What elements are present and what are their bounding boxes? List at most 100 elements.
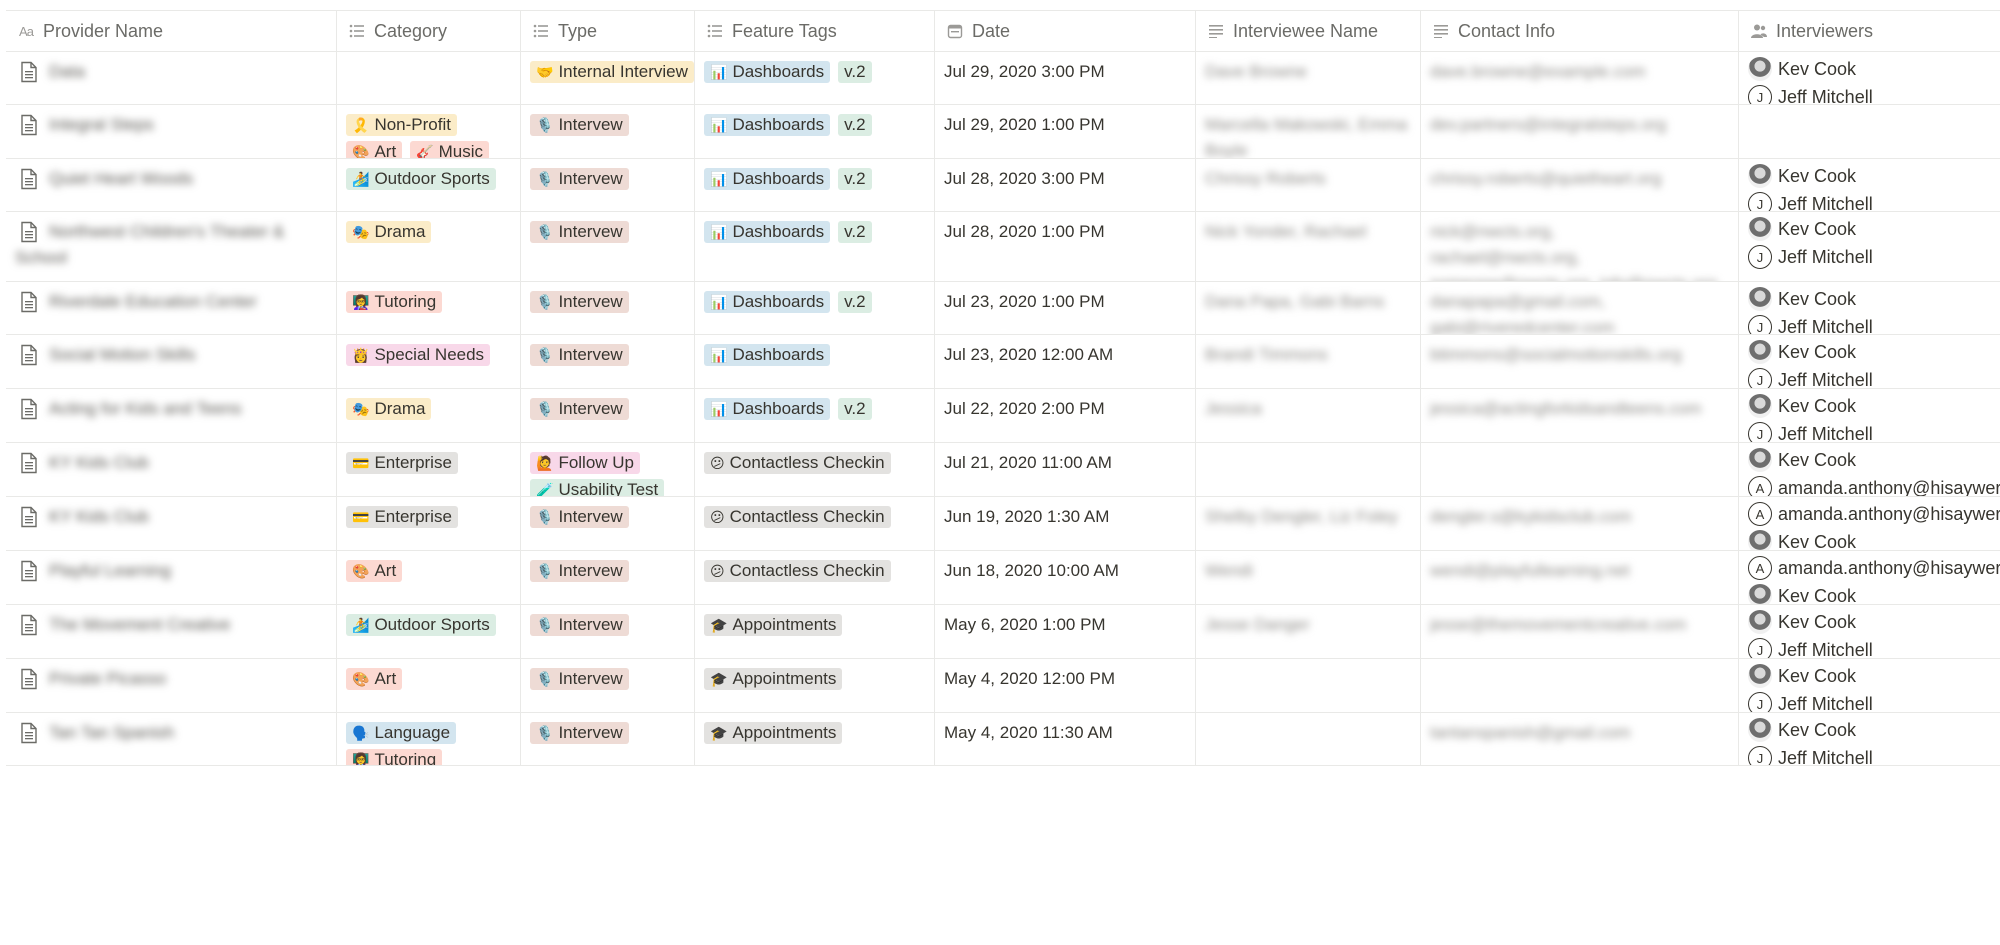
- interviewer[interactable]: J Jeff Mitchell: [1748, 190, 1991, 211]
- provider-name-cell[interactable]: Playful Learning: [6, 551, 337, 604]
- date-cell[interactable]: Jul 28, 2020 1:00 PM: [935, 212, 1196, 281]
- contact-info-cell[interactable]: btimmons@socialmotionskills.org: [1421, 335, 1739, 388]
- feature-tags-cell[interactable]: 🎓 Appointments: [695, 713, 935, 765]
- feature-tag-v-2[interactable]: v.2: [838, 114, 872, 136]
- category-cell[interactable]: 🎗️ Non-Profit 🎨 Art 🎸 Music: [337, 105, 521, 158]
- page-icon[interactable]: [19, 668, 39, 690]
- table-row[interactable]: KY Kids Club 💳 Enterprise 🙋 Follow Up 🧪 Usabil…: [6, 443, 2000, 497]
- provider-name-cell[interactable]: Riverdale Education Center: [6, 282, 337, 334]
- interviewer[interactable]: Kev Cook: [1748, 338, 1991, 366]
- provider-name-cell[interactable]: Acting for Kids and Teens: [6, 389, 337, 442]
- category-cell[interactable]: 🏄 Outdoor Sports: [337, 159, 521, 211]
- category-tag-outdoor-sports[interactable]: 🏄 Outdoor Sports: [346, 614, 496, 636]
- page-icon[interactable]: [19, 221, 39, 243]
- category-tag-drama[interactable]: 🎭 Drama: [346, 221, 432, 243]
- interviewer[interactable]: J Jeff Mitchell: [1748, 420, 1991, 442]
- table-row[interactable]: Acting for Kids and Teens 🎭 Drama 🎙️ Interve…: [6, 389, 2000, 443]
- feature-tags-cell[interactable]: 📊 Dashboards v.2: [695, 159, 935, 211]
- feature-tag-dashboards[interactable]: 📊 Dashboards: [704, 291, 831, 313]
- provider-name-cell[interactable]: Data: [6, 52, 337, 104]
- type-cell[interactable]: 🎙️ Intervew: [521, 551, 695, 604]
- type-tag-intervew[interactable]: 🎙️ Intervew: [530, 291, 629, 313]
- type-tag-usability-test[interactable]: 🧪 Usability Test: [530, 479, 665, 496]
- type-cell[interactable]: 🎙️ Intervew: [521, 389, 695, 442]
- type-cell[interactable]: 🎙️ Intervew: [521, 659, 695, 712]
- contact-info-cell[interactable]: dengler.s@kykidsclub.com: [1421, 497, 1739, 550]
- type-tag-intervew[interactable]: 🎙️ Intervew: [530, 560, 629, 582]
- interviewers-cell[interactable]: Aamanda.anthony@hisaywer.co Kev Cook: [1739, 551, 2000, 604]
- category-cell[interactable]: 🎨 Art: [337, 551, 521, 604]
- contact-info-cell[interactable]: [1421, 443, 1739, 496]
- page-icon[interactable]: [19, 291, 39, 313]
- feature-tag-dashboards[interactable]: 📊 Dashboards: [704, 168, 831, 190]
- interviewers-cell[interactable]: Kev Cook J Jeff Mitchell: [1739, 335, 2000, 388]
- provider-name-cell[interactable]: Northwest Children's Theater & School: [6, 212, 337, 281]
- category-cell[interactable]: 🎨 Art: [337, 659, 521, 712]
- category-cell[interactable]: 🏄 Outdoor Sports: [337, 605, 521, 658]
- interviewer[interactable]: Kev Cook: [1748, 392, 1991, 420]
- type-cell[interactable]: 🎙️ Intervew: [521, 159, 695, 211]
- column-header-category[interactable]: Category: [337, 11, 521, 51]
- date-cell[interactable]: Jun 18, 2020 10:00 AM: [935, 551, 1196, 604]
- interviewer[interactable]: J Jeff Mitchell: [1748, 690, 1991, 712]
- table-row[interactable]: Quiet Heart Woods 🏄 Outdoor Sports 🎙️ Interv…: [6, 159, 2000, 212]
- interviewer[interactable]: Aamanda.anthony@hisaywer.co: [1748, 474, 2000, 496]
- page-icon[interactable]: [19, 722, 39, 744]
- category-tag-drama[interactable]: 🎭 Drama: [346, 398, 432, 420]
- feature-tags-cell[interactable]: 😕 Contactless Checkin: [695, 497, 935, 550]
- feature-tag-v-2[interactable]: v.2: [838, 398, 872, 420]
- interviewer[interactable]: J Jeff Mitchell: [1748, 313, 1991, 334]
- column-header-date[interactable]: Date: [935, 11, 1196, 51]
- interviewer[interactable]: J Jeff Mitchell: [1748, 366, 1991, 388]
- provider-name-cell[interactable]: Quiet Heart Woods: [6, 159, 337, 211]
- category-tag-art[interactable]: 🎨 Art: [346, 560, 403, 582]
- date-cell[interactable]: Jul 29, 2020 1:00 PM: [935, 105, 1196, 158]
- category-cell[interactable]: [337, 52, 521, 104]
- table-row[interactable]: Northwest Children's Theater & School 🎭 Dra…: [6, 212, 2000, 282]
- interviewers-cell[interactable]: Kev Cook J Jeff Mitchell: [1739, 713, 2000, 765]
- interviewee-name-cell[interactable]: Marcella Makowski, Emma Boyle: [1196, 105, 1421, 158]
- feature-tags-cell[interactable]: 📊 Dashboards: [695, 335, 935, 388]
- page-icon[interactable]: [19, 168, 39, 190]
- interviewer[interactable]: Kev Cook: [1748, 608, 1991, 636]
- interviewer[interactable]: Kev Cook: [1748, 215, 1991, 243]
- type-tag-intervew[interactable]: 🎙️ Intervew: [530, 168, 629, 190]
- table-row[interactable]: The Movement Creative 🏄 Outdoor Sports 🎙️ In…: [6, 605, 2000, 659]
- type-tag-intervew[interactable]: 🎙️ Intervew: [530, 614, 629, 636]
- column-header-feature-tags[interactable]: Feature Tags: [695, 11, 935, 51]
- feature-tag-v-2[interactable]: v.2: [838, 168, 872, 190]
- table-row[interactable]: Social Motion Skills 👸 Special Needs 🎙️ Inte…: [6, 335, 2000, 389]
- feature-tag-v-2[interactable]: v.2: [838, 291, 872, 313]
- date-cell[interactable]: May 6, 2020 1:00 PM: [935, 605, 1196, 658]
- interviewers-cell[interactable]: Kev Cook J Jeff Mitchell: [1739, 159, 2000, 211]
- contact-info-cell[interactable]: danapapa@gmail.com, gabi@riveredcenter.co…: [1421, 282, 1739, 334]
- category-tag-enterprise[interactable]: 💳 Enterprise: [346, 506, 458, 528]
- type-cell[interactable]: 🎙️ Intervew: [521, 713, 695, 765]
- table-row[interactable]: Playful Learning 🎨 Art 🎙️ Intervew 😕 Contactle…: [6, 551, 2000, 605]
- category-tag-art[interactable]: 🎨 Art: [346, 668, 403, 690]
- table-row[interactable]: Private Picasso 🎨 Art 🎙️ Intervew 🎓 Appointmen…: [6, 659, 2000, 713]
- type-cell[interactable]: 🎙️ Intervew: [521, 282, 695, 334]
- page-icon[interactable]: [19, 61, 39, 83]
- type-tag-intervew[interactable]: 🎙️ Intervew: [530, 668, 629, 690]
- page-icon[interactable]: [19, 398, 39, 420]
- interviewers-cell[interactable]: [1739, 105, 2000, 158]
- category-tag-special-needs[interactable]: 👸 Special Needs: [346, 344, 491, 366]
- category-tag-enterprise[interactable]: 💳 Enterprise: [346, 452, 458, 474]
- type-cell[interactable]: 🎙️ Intervew: [521, 105, 695, 158]
- table-row[interactable]: Integral Steps 🎗️ Non-Profit 🎨 Art 🎸 Music 🎙️ In…: [6, 105, 2000, 159]
- provider-name-cell[interactable]: KY Kids Club: [6, 497, 337, 550]
- type-tag-intervew[interactable]: 🎙️ Intervew: [530, 506, 629, 528]
- table-row[interactable]: KY Kids Club 💳 Enterprise 🎙️ Intervew 😕 Contac…: [6, 497, 2000, 551]
- feature-tag-dashboards[interactable]: 📊 Dashboards: [704, 114, 831, 136]
- column-header-interviewers[interactable]: Interviewers: [1739, 11, 2000, 51]
- feature-tags-cell[interactable]: 📊 Dashboards v.2: [695, 52, 935, 104]
- table-row[interactable]: Data 🤝 Internal Interview 📊 Dashboards v.2 Jul…: [6, 52, 2000, 105]
- feature-tag-contactless-checkin[interactable]: 😕 Contactless Checkin: [704, 560, 891, 582]
- interviewers-cell[interactable]: Kev Cook J Jeff Mitchell: [1739, 282, 2000, 334]
- type-tag-intervew[interactable]: 🎙️ Intervew: [530, 221, 629, 243]
- contact-info-cell[interactable]: nick@nwcts.org, rachael@nwcts.org, someone…: [1421, 212, 1739, 281]
- category-tag-tutoring[interactable]: 👩‍🏫 Tutoring: [346, 749, 443, 765]
- interviewee-name-cell[interactable]: Wendi: [1196, 551, 1421, 604]
- table-row[interactable]: Riverdale Education Center 👩‍🏫 Tutoring 🎙️ I…: [6, 282, 2000, 335]
